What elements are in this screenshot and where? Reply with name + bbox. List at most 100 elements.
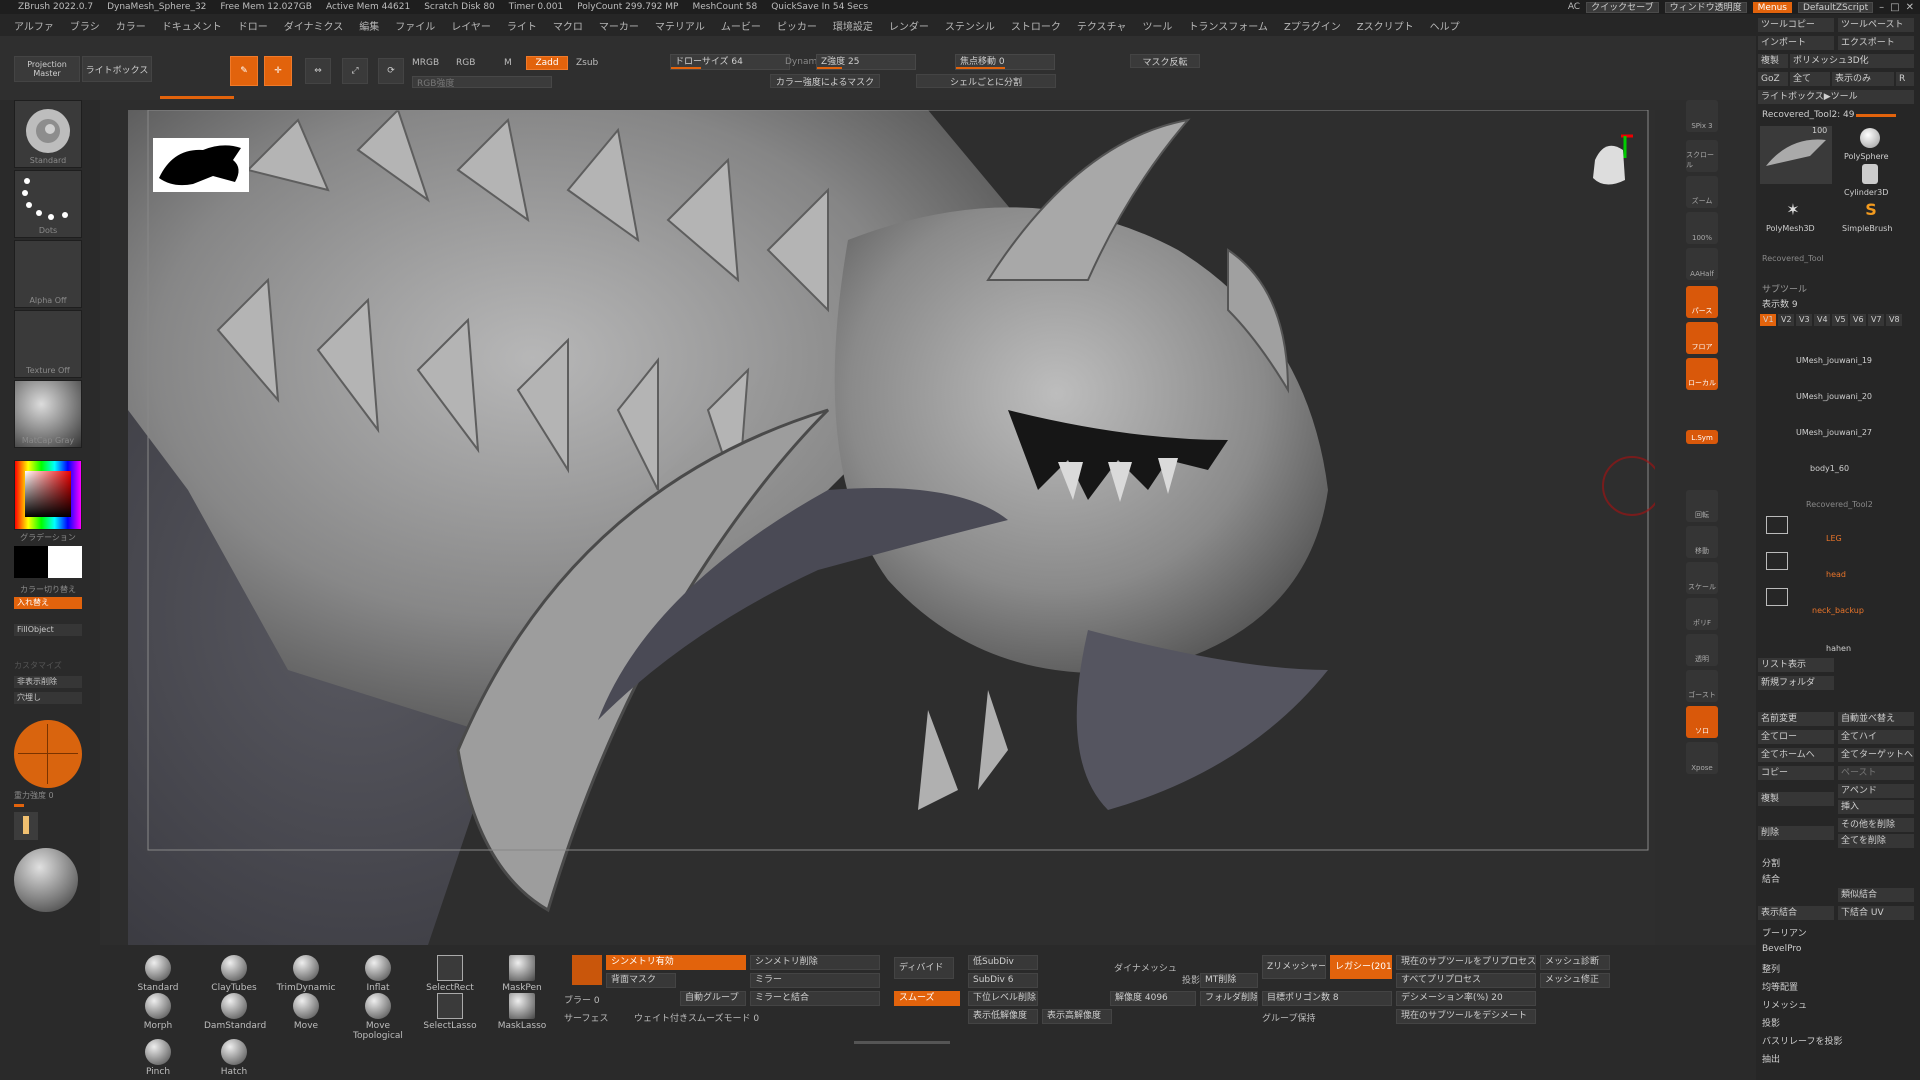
copy-button[interactable]: コピー xyxy=(1758,766,1834,780)
navigation-cube[interactable] xyxy=(1575,130,1635,200)
mesh-fix-button[interactable]: メッシュ修正 xyxy=(1540,973,1610,988)
split-shell-button[interactable]: シェルごとに分割 xyxy=(916,74,1056,88)
display-high-button[interactable]: 表示高解像度 xyxy=(1042,1009,1112,1024)
transparent-button[interactable]: ゴースト xyxy=(1686,670,1718,702)
tool-silhouette-thumb[interactable] xyxy=(153,138,249,192)
rgb-toggle[interactable]: RGB xyxy=(456,58,475,68)
zadd-toggle[interactable]: Zadd xyxy=(526,56,568,70)
fill-hole-button[interactable]: 穴埋し xyxy=(14,692,82,704)
project-label[interactable]: 投影 xyxy=(1182,973,1200,986)
move-view-button[interactable]: 移動 xyxy=(1686,526,1718,558)
version-v1[interactable]: V1 xyxy=(1760,314,1776,326)
floor-button[interactable]: フロア xyxy=(1686,322,1718,354)
rgb-intensity-slider[interactable]: RGB強度 xyxy=(412,76,552,88)
subtool-item[interactable]: UMesh_jouwani_20 xyxy=(1796,392,1872,401)
menu-preferences[interactable]: 環境設定 xyxy=(833,18,873,33)
folder-icon[interactable] xyxy=(1766,516,1788,534)
quicksave-button[interactable]: クイックセーブ xyxy=(1586,1,1659,13)
minimize-icon[interactable]: – xyxy=(1879,2,1884,13)
shelf-scroll-handle[interactable] xyxy=(854,1041,950,1044)
brush-damstandard[interactable]: DamStandard xyxy=(204,991,266,1035)
menu-picker[interactable]: ピッカー xyxy=(777,18,817,33)
remesh-section[interactable]: リメッシュ xyxy=(1762,998,1807,1011)
goz-visible-button[interactable]: 表示のみ xyxy=(1832,72,1894,86)
alternate-button[interactable]: 入れ替え xyxy=(14,597,82,609)
simplebrush-icon[interactable]: S xyxy=(1862,200,1880,219)
zoom-button[interactable]: ズーム xyxy=(1686,176,1718,208)
menu-draw[interactable]: ドロー xyxy=(238,18,268,33)
menu-layer[interactable]: レイヤー xyxy=(451,18,491,33)
goz-r-button[interactable]: R xyxy=(1896,72,1914,86)
menu-render[interactable]: レンダー xyxy=(889,18,929,33)
folder-neck-backup[interactable]: neck_backup xyxy=(1812,606,1864,615)
lsym-button[interactable]: L.Sym xyxy=(1686,430,1718,444)
menu-help[interactable]: ヘルプ xyxy=(1430,18,1460,33)
menu-transform[interactable]: トランスフォーム xyxy=(1188,18,1268,33)
scale-view-button[interactable]: スケール xyxy=(1686,562,1718,594)
menu-zplugin[interactable]: Zプラグイン xyxy=(1284,18,1341,33)
mrgb-toggle[interactable]: MRGB xyxy=(412,58,439,68)
back-mask-button[interactable]: 背面マスク xyxy=(606,973,676,988)
all-high-button[interactable]: 全てハイ xyxy=(1838,730,1914,744)
bevelpro-section[interactable]: BevelPro xyxy=(1762,944,1801,954)
keep-groups-label[interactable]: グループ保持 xyxy=(1262,1011,1315,1024)
subtool-item[interactable]: UMesh_jouwani_27 xyxy=(1796,428,1872,437)
projection-master-button[interactable]: Projection Master xyxy=(14,56,80,82)
menu-material[interactable]: マテリアル xyxy=(655,18,705,33)
polymesh-star-icon[interactable]: ✶ xyxy=(1784,200,1802,219)
version-v5[interactable]: V5 xyxy=(1832,314,1848,326)
folder-leg[interactable]: LEG xyxy=(1826,534,1842,543)
mask-invert-button[interactable]: マスク反転 xyxy=(1130,54,1200,68)
merge-visible-button[interactable]: 表示結合 xyxy=(1758,906,1834,920)
preprocess-current-button[interactable]: 現在のサブツールをプリプロセス xyxy=(1396,955,1536,970)
distribute-section[interactable]: 均等配置 xyxy=(1762,980,1798,993)
lightbox-tools-button[interactable]: ライトボックス▶ツール xyxy=(1758,90,1914,104)
brush-pinch[interactable]: Pinch xyxy=(128,1037,188,1080)
menu-brush[interactable]: ブラシ xyxy=(70,18,100,33)
main-color-swatch[interactable] xyxy=(14,546,48,578)
brush-move[interactable]: Move xyxy=(276,991,336,1035)
merge-section[interactable]: 結合 xyxy=(1762,872,1780,885)
menu-stroke[interactable]: ストローク xyxy=(1011,18,1061,33)
zremesher-button[interactable]: Zリメッシャー xyxy=(1262,955,1326,979)
close-icon[interactable]: ✕ xyxy=(1906,2,1914,13)
insert-button[interactable]: 挿入 xyxy=(1838,800,1914,814)
decimation-slider[interactable]: デシメーション率(%) 20 xyxy=(1396,991,1536,1006)
duplicate-button[interactable]: 複製 xyxy=(1758,792,1834,806)
local-button[interactable]: ローカル xyxy=(1686,358,1718,390)
color-picker[interactable] xyxy=(14,460,82,530)
menu-edit[interactable]: 編集 xyxy=(359,18,379,33)
solo-button[interactable]: Xpose xyxy=(1686,742,1718,774)
tool-paste-button[interactable]: ツールペースト xyxy=(1838,18,1914,32)
menu-stencil[interactable]: ステンシル xyxy=(945,18,995,33)
folder-delete-button[interactable]: フォルダ削除 xyxy=(1200,991,1258,1006)
menu-color[interactable]: カラー xyxy=(116,18,146,33)
draw-button[interactable]: ✛ xyxy=(264,56,292,86)
delete-other-button[interactable]: その他を削除 xyxy=(1838,818,1914,832)
tool-copy-button[interactable]: ツールコピー xyxy=(1758,18,1834,32)
split-section[interactable]: 分割 xyxy=(1762,856,1780,869)
spix-button[interactable]: SPix 3 xyxy=(1686,100,1718,132)
resolution-slider[interactable]: 解像度 4096 xyxy=(1110,991,1196,1006)
rotate-view-button[interactable]: ポリF xyxy=(1686,598,1718,630)
window-transparency-button[interactable]: ウィンドウ透明度 xyxy=(1664,1,1747,13)
project-bas-relief-section[interactable]: バスリレーフを投影 xyxy=(1762,1034,1842,1047)
zsub-toggle[interactable]: Zsub xyxy=(576,58,598,68)
lightbox-button[interactable]: ライトボックス xyxy=(82,56,152,82)
clone-button[interactable]: 複製 xyxy=(1758,54,1788,68)
append-button[interactable]: アペンド xyxy=(1838,784,1914,798)
menu-file[interactable]: ファイル xyxy=(395,18,435,33)
secondary-color-swatch[interactable] xyxy=(48,546,82,578)
menu-texture[interactable]: テクスチャ xyxy=(1077,18,1127,33)
version-v2[interactable]: V2 xyxy=(1778,314,1794,326)
delete-lower-button[interactable]: 下位レベル削除 xyxy=(968,991,1038,1006)
version-v7[interactable]: V7 xyxy=(1868,314,1884,326)
m-toggle[interactable]: M xyxy=(504,58,512,68)
orientation-dial[interactable] xyxy=(14,720,82,788)
decimate-current-button[interactable]: 現在のサブツールをデシメート xyxy=(1396,1009,1536,1024)
menu-zscript[interactable]: Zスクリプト xyxy=(1357,18,1414,33)
goz-all-button[interactable]: 全て xyxy=(1790,72,1830,86)
menu-document[interactable]: ドキュメント xyxy=(162,18,222,33)
folder-head[interactable]: head xyxy=(1826,570,1846,579)
brush-hatch[interactable]: Hatch xyxy=(204,1037,264,1080)
